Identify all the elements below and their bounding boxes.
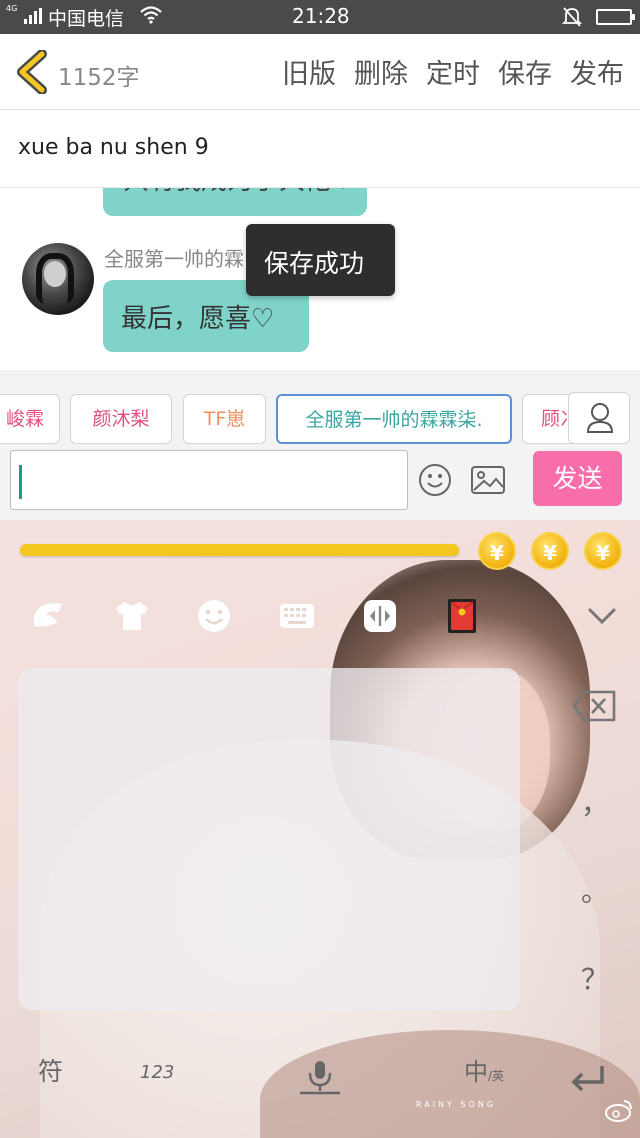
emoji-face-icon[interactable] — [194, 596, 234, 636]
sender-name: 全服第一帅的霖 — [104, 247, 244, 271]
character-tag[interactable]: 颜沐梨 — [70, 394, 172, 444]
status-bar: 4G 中国电信 21:28 — [0, 0, 640, 34]
character-tag-selected[interactable]: 全服第一帅的霖霖柒. — [276, 394, 512, 444]
mute-bell-icon — [562, 7, 582, 27]
add-character-button[interactable] — [568, 392, 630, 444]
theme-shirt-icon[interactable] — [112, 596, 152, 636]
period-key[interactable]: 。 — [572, 870, 618, 910]
question-key[interactable]: ？ — [572, 958, 618, 998]
delete-button[interactable]: 删除 — [354, 52, 408, 91]
back-arrow-icon[interactable] — [14, 50, 50, 94]
backspace-icon[interactable] — [572, 686, 618, 726]
message-text: 只有我成为了大佬♡ — [123, 188, 354, 197]
clock: 21:28 — [292, 4, 350, 28]
publish-button[interactable]: 发布 — [570, 52, 624, 91]
emoji-icon[interactable] — [418, 463, 452, 497]
word-count: 1152字 — [58, 65, 140, 91]
language-toggle-key[interactable]: 中/英 — [464, 1052, 504, 1098]
save-button[interactable]: 保存 — [498, 52, 552, 91]
toast-text: 保存成功 — [264, 249, 365, 278]
symbols-key[interactable]: 符 — [38, 1052, 63, 1098]
chapter-title: xue ba nu shen 9 — [18, 135, 209, 160]
weibo-watermark-icon — [605, 1100, 632, 1122]
enter-icon[interactable] — [568, 1056, 608, 1102]
save-success-toast: 保存成功 — [246, 224, 395, 296]
image-icon[interactable] — [470, 463, 506, 497]
microphone-icon[interactable] — [298, 1054, 342, 1100]
message-input[interactable] — [10, 450, 408, 510]
wifi-icon — [140, 6, 162, 24]
coin-icon[interactable]: ¥ — [584, 532, 622, 570]
message-bubble: 只有我成为了大佬♡ — [103, 188, 367, 216]
message-composer: 发送 — [0, 447, 640, 520]
character-tags: 峻霖 颜沐梨 TF崽 全服第一帅的霖霖柒. 顾冫 — [0, 370, 640, 447]
numbers-key[interactable]: 123 — [140, 1062, 174, 1108]
avatar[interactable] — [22, 243, 94, 315]
signal-icon — [24, 8, 42, 24]
chapter-title-field[interactable]: xue ba nu shen 9 — [0, 111, 640, 188]
network-type: 4G — [6, 4, 18, 13]
cursor-move-icon[interactable] — [360, 596, 400, 636]
handwriting-panel[interactable] — [18, 668, 520, 1010]
send-button[interactable]: 发送 — [533, 451, 622, 506]
editor-actions: 旧版 删除 定时 保存 发布 — [282, 52, 624, 91]
wallpaper-watermark: RAINY SONG — [416, 1100, 497, 1109]
editor-toolbar: 1152字 旧版 删除 定时 保存 发布 — [0, 34, 640, 110]
old-version-button[interactable]: 旧版 — [282, 52, 336, 91]
keyboard-layout-icon[interactable] — [277, 596, 317, 636]
character-tag[interactable]: TF崽 — [183, 394, 266, 444]
skin-logo-icon[interactable] — [28, 596, 68, 636]
coin-icon[interactable]: ¥ — [531, 532, 569, 570]
carrier-name: 中国电信 — [48, 8, 125, 30]
progress-bar — [20, 544, 459, 556]
language-sub: /英 — [488, 1069, 505, 1083]
battery-icon — [596, 9, 635, 25]
comma-key[interactable]: ， — [572, 782, 618, 822]
message-text: 最后，愿喜♡ — [121, 304, 275, 334]
text-caret — [19, 465, 22, 499]
character-tag[interactable]: 峻霖 — [0, 394, 60, 444]
person-icon — [586, 403, 614, 433]
red-envelope-icon[interactable] — [442, 596, 482, 636]
coin-icon[interactable]: ¥ — [478, 532, 516, 570]
keyboard: ¥ ¥ ¥ ， 。 ？ 符 123 中/英 RAINY SONG — [0, 520, 640, 1138]
schedule-button[interactable]: 定时 — [426, 52, 480, 91]
collapse-chevron-icon[interactable] — [582, 596, 622, 636]
language-main: 中 — [464, 1058, 488, 1086]
